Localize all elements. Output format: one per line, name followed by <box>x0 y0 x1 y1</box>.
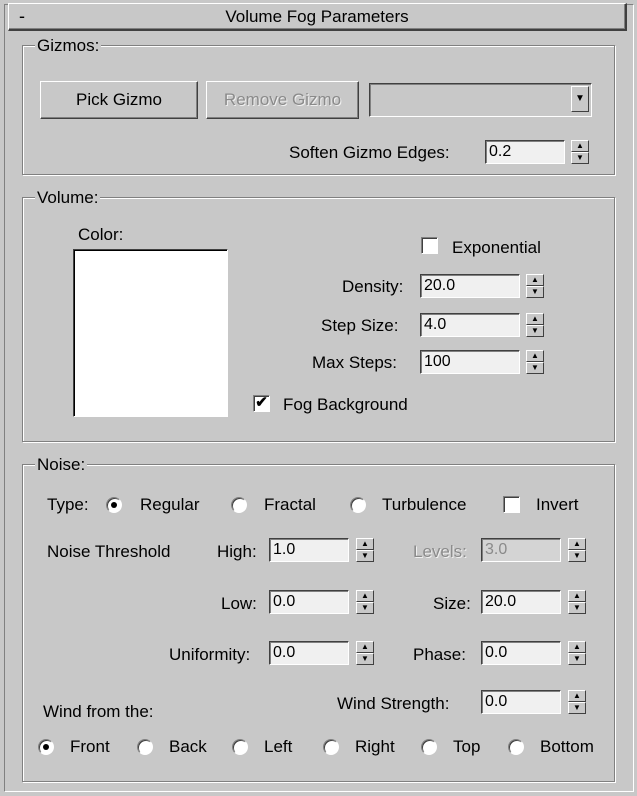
wind-strength-spinner[interactable]: ▲ ▼ <box>568 690 586 714</box>
low-field[interactable]: 0.0 <box>269 590 349 614</box>
phase-label: Phase: <box>413 645 466 664</box>
uniformity-field[interactable]: 0.0 <box>269 641 349 665</box>
step-size-field[interactable]: 4.0 <box>420 313 520 337</box>
wind-back-label: Back <box>169 737 207 756</box>
spinner-up-icon[interactable]: ▲ <box>568 538 586 550</box>
exponential-label: Exponential <box>452 238 541 257</box>
max-steps-field[interactable]: 100 <box>420 350 520 374</box>
wind-front-label: Front <box>70 737 110 756</box>
spinner-down-icon[interactable]: ▼ <box>568 653 586 665</box>
type-turbulence-radio[interactable] <box>350 497 366 513</box>
spinner-down-icon[interactable]: ▼ <box>356 653 374 665</box>
wind-right-radio[interactable] <box>323 739 339 755</box>
soften-gizmo-edges-label: Soften Gizmo Edges: <box>289 143 450 162</box>
uniformity-spinner[interactable]: ▲ ▼ <box>356 641 374 665</box>
color-label: Color: <box>78 225 124 244</box>
type-fractal-radio[interactable] <box>231 497 247 513</box>
spinner-up-icon[interactable]: ▲ <box>526 274 544 286</box>
size-spinner[interactable]: ▲ ▼ <box>568 590 586 614</box>
rollout-header[interactable]: - Volume Fog Parameters <box>8 3 627 31</box>
spinner-up-icon[interactable]: ▲ <box>571 140 589 152</box>
wind-left-label: Left <box>264 737 293 756</box>
spinner-down-icon[interactable]: ▼ <box>356 550 374 562</box>
noise-group-label: Noise: <box>35 455 88 475</box>
low-label: Low: <box>221 594 257 613</box>
wind-top-label: Top <box>453 737 481 756</box>
size-label: Size: <box>433 594 471 613</box>
fog-background-checkbox[interactable]: ✔ <box>253 395 270 412</box>
uniformity-label: Uniformity: <box>169 645 251 664</box>
remove-gizmo-label: Remove Gizmo <box>223 90 342 109</box>
step-size-spinner[interactable]: ▲ ▼ <box>526 313 544 337</box>
levels-label: Levels: <box>413 542 467 561</box>
phase-field[interactable]: 0.0 <box>481 641 561 665</box>
high-label: High: <box>217 542 257 561</box>
high-spinner[interactable]: ▲ ▼ <box>356 538 374 562</box>
spinner-down-icon[interactable]: ▼ <box>568 702 586 714</box>
pick-gizmo-label: Pick Gizmo <box>76 90 162 109</box>
wind-from-label: Wind from the: <box>43 702 154 721</box>
type-fractal-label: Fractal <box>264 495 316 514</box>
spinner-up-icon[interactable]: ▲ <box>568 690 586 702</box>
gizmos-group-label: Gizmos: <box>35 36 102 56</box>
pick-gizmo-button[interactable]: Pick Gizmo <box>40 81 198 119</box>
remove-gizmo-button[interactable]: Remove Gizmo <box>206 81 359 119</box>
spinner-up-icon[interactable]: ▲ <box>356 590 374 602</box>
size-field[interactable]: 20.0 <box>481 590 561 614</box>
wind-bottom-label: Bottom <box>540 737 594 756</box>
density-field[interactable]: 20.0 <box>420 274 520 298</box>
soften-gizmo-edges-field[interactable]: 0.2 <box>485 140 565 164</box>
spinner-down-icon[interactable]: ▼ <box>526 286 544 298</box>
spinner-down-icon[interactable]: ▼ <box>526 362 544 374</box>
max-steps-label: Max Steps: <box>312 353 398 372</box>
spinner-up-icon[interactable]: ▲ <box>526 350 544 362</box>
type-regular-label: Regular <box>140 495 200 514</box>
wind-bottom-radio[interactable] <box>508 739 524 755</box>
exponential-checkbox[interactable] <box>421 237 438 254</box>
invert-checkbox[interactable] <box>503 496 520 513</box>
max-steps-spinner[interactable]: ▲ ▼ <box>526 350 544 374</box>
spinner-up-icon[interactable]: ▲ <box>568 590 586 602</box>
spinner-up-icon[interactable]: ▲ <box>356 641 374 653</box>
spinner-down-icon[interactable]: ▼ <box>568 602 586 614</box>
invert-label: Invert <box>536 495 579 514</box>
low-spinner[interactable]: ▲ ▼ <box>356 590 374 614</box>
phase-spinner[interactable]: ▲ ▼ <box>568 641 586 665</box>
rollout-title: Volume Fog Parameters <box>225 7 409 26</box>
spinner-down-icon[interactable]: ▼ <box>571 152 589 164</box>
wind-strength-field[interactable]: 0.0 <box>481 690 561 714</box>
chevron-down-icon[interactable]: ▼ <box>571 86 589 112</box>
density-label: Density: <box>342 277 404 296</box>
fog-background-label: Fog Background <box>283 395 408 414</box>
spinner-down-icon[interactable]: ▼ <box>526 325 544 337</box>
wind-left-radio[interactable] <box>232 739 248 755</box>
spinner-up-icon[interactable]: ▲ <box>568 641 586 653</box>
spinner-down-icon[interactable]: ▼ <box>568 550 586 562</box>
type-turbulence-label: Turbulence <box>382 495 467 514</box>
spinner-up-icon[interactable]: ▲ <box>356 538 374 550</box>
wind-front-radio[interactable] <box>38 739 54 755</box>
gizmo-combo[interactable]: ▼ <box>369 83 592 117</box>
high-field[interactable]: 1.0 <box>269 538 349 562</box>
noise-threshold-label: Noise Threshold <box>47 542 171 561</box>
type-regular-radio[interactable] <box>106 497 122 513</box>
levels-field[interactable]: 3.0 <box>481 538 561 562</box>
wind-back-radio[interactable] <box>137 739 153 755</box>
spinner-up-icon[interactable]: ▲ <box>526 313 544 325</box>
noise-type-label: Type: <box>47 495 89 514</box>
spinner-down-icon[interactable]: ▼ <box>356 602 374 614</box>
wind-strength-label: Wind Strength: <box>337 694 450 713</box>
volume-group-label: Volume: <box>35 188 101 208</box>
step-size-label: Step Size: <box>321 316 399 335</box>
wind-right-label: Right <box>355 737 395 756</box>
levels-spinner[interactable]: ▲ ▼ <box>568 538 586 562</box>
wind-top-radio[interactable] <box>421 739 437 755</box>
soften-gizmo-edges-spinner[interactable]: ▲ ▼ <box>571 140 589 164</box>
color-swatch[interactable] <box>73 249 228 417</box>
density-spinner[interactable]: ▲ ▼ <box>526 274 544 298</box>
